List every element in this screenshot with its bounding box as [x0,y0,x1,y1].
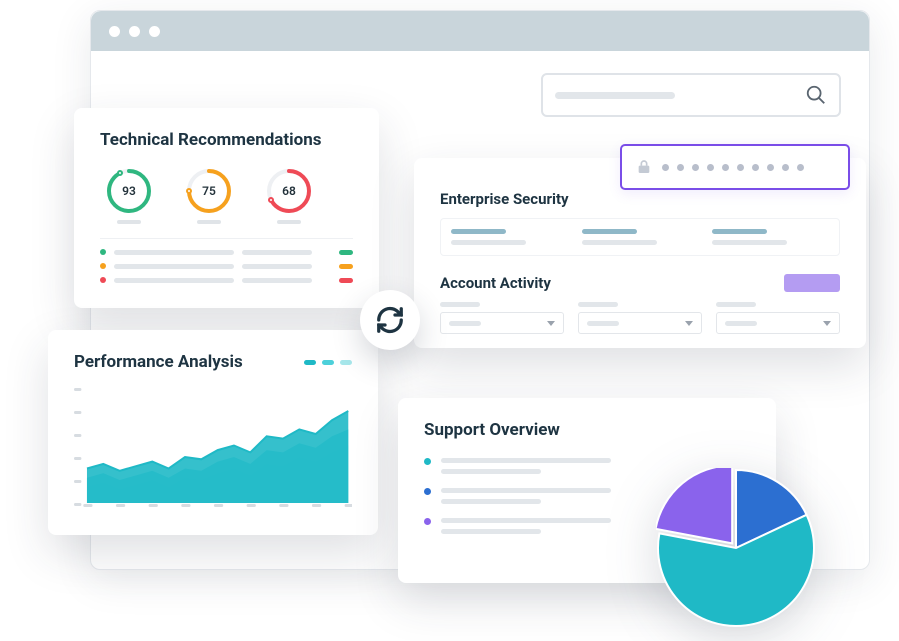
window-control-close[interactable] [109,26,120,37]
lock-icon [636,159,652,175]
chevron-down-icon [685,321,693,326]
performance-analysis-card: Performance Analysis [48,330,378,535]
gauge-label-line [117,220,141,224]
tech-gauges: 93 75 68 [100,168,353,224]
technical-recommendations-card: Technical Recommendations 93 75 68 [74,108,379,308]
list-item [100,249,353,255]
chevron-down-icon [547,321,555,326]
bullet-icon [100,263,106,269]
bullet-icon [424,488,431,495]
activity-filter-dropdown[interactable] [440,302,564,334]
support-overview-card: Support Overview [398,398,776,583]
enterprise-security-title: Enterprise Security [440,190,840,208]
refresh-icon [375,305,405,335]
legend-swatch [322,360,334,365]
activity-filter-dropdown[interactable] [578,302,702,334]
search-icon [805,84,827,106]
bullet-icon [100,249,106,255]
refresh-button[interactable] [360,290,420,350]
gauge-value: 93 [106,168,152,214]
gauge: 93 [106,168,152,224]
legend-swatch [340,360,352,365]
security-activity-card: Enterprise Security Account Activity [414,158,866,348]
bullet-icon [100,277,106,283]
search-placeholder-line [555,92,675,99]
chevron-down-icon [823,321,831,326]
bullet-icon [424,458,431,465]
gauge: 68 [266,168,312,224]
password-field[interactable] [620,144,850,190]
performance-legend [304,360,352,365]
gauge-handle [268,197,274,203]
gauge: 75 [186,168,232,224]
window-titlebar [91,11,869,51]
window-control-maximize[interactable] [149,26,160,37]
security-fields [440,218,840,256]
gauge-label-line [197,220,221,224]
gauge-handle [186,188,192,194]
performance-title: Performance Analysis [74,352,243,372]
activity-filter-dropdown[interactable] [716,302,840,334]
performance-area-chart [74,382,352,507]
gauge-value: 68 [266,168,312,214]
gauge-label-line [277,220,301,224]
support-pie-chart [656,468,816,628]
account-activity-title: Account Activity [440,274,551,292]
gauge-value: 75 [186,168,232,214]
list-item [100,277,353,283]
bullet-icon [424,518,431,525]
legend-swatch [304,360,316,365]
tech-bullet-list [100,238,353,283]
search-input[interactable] [541,73,841,117]
tech-title: Technical Recommendations [100,130,353,150]
support-title: Support Overview [424,420,750,440]
window-control-minimize[interactable] [129,26,140,37]
password-masked-value [662,164,804,171]
activity-badge[interactable] [784,274,840,292]
list-item [100,263,353,269]
activity-dropdowns [440,302,840,334]
